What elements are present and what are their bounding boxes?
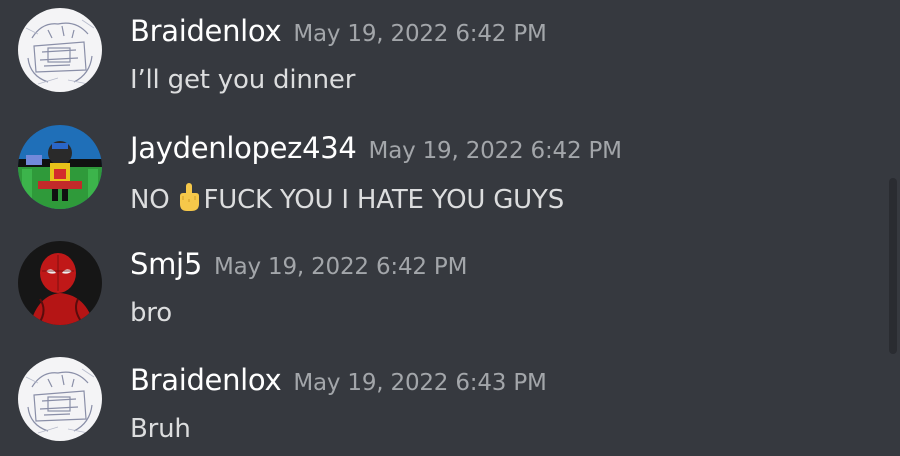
message-timestamp: May 19, 2022 6:43 PM	[293, 370, 547, 396]
message-timestamp: May 19, 2022 6:42 PM	[213, 254, 468, 280]
message-author[interactable]: Smj5	[130, 247, 202, 281]
chat-message[interactable]: Jaydenlopez434 May 19, 2022 6:42 PM NO FU…	[0, 117, 880, 217]
chat-message[interactable]: Braidenlox May 19, 2022 6:42 PM I’ll get …	[0, 0, 880, 100]
message-timestamp: May 19, 2022 6:42 PM	[368, 138, 622, 164]
sketch-avatar-icon[interactable]	[18, 357, 102, 441]
chat-message[interactable]: Braidenlox May 19, 2022 6:43 PM Bruh	[0, 349, 880, 449]
message-author[interactable]: Braidenlox	[130, 363, 282, 397]
middle-finger-emoji	[176, 182, 202, 219]
message-text: I’ll get you dinner	[130, 65, 356, 95]
message-author[interactable]: Jaydenlopez434	[130, 131, 357, 165]
scrollbar-thumb[interactable]	[889, 178, 897, 354]
message-timestamp: May 19, 2022 6:42 PM	[293, 21, 547, 47]
message-text-after: FUCK YOU I HATE YOU GUYS	[203, 185, 565, 215]
chat-message[interactable]: Smj5 May 19, 2022 6:42 PM bro	[0, 233, 880, 333]
message-text: Bruh	[130, 414, 191, 444]
pixel-character-avatar-icon[interactable]	[18, 125, 102, 209]
message-text-before: NO	[130, 185, 170, 215]
message-text: bro	[130, 298, 172, 328]
spiderman-avatar-icon[interactable]	[18, 241, 102, 325]
message-author[interactable]: Braidenlox	[130, 14, 282, 48]
chat-message-list: Braidenlox May 19, 2022 6:42 PM I’ll get …	[0, 0, 900, 456]
message-text: NO FUCK YOU I HATE YOU GUYS	[130, 182, 564, 219]
sketch-avatar-icon[interactable]	[18, 8, 102, 92]
